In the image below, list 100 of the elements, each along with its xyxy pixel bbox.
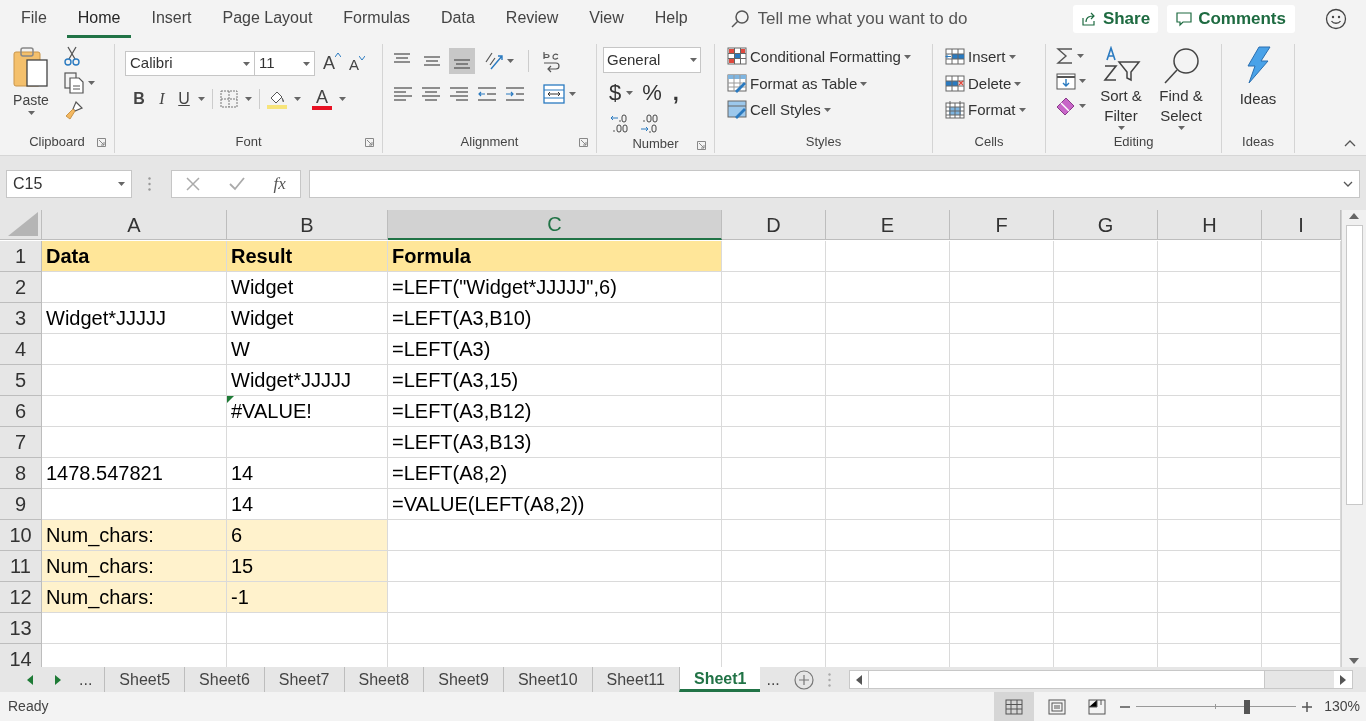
grid-cell[interactable] xyxy=(722,458,826,489)
align-right-icon[interactable] xyxy=(449,85,469,103)
grid-cell[interactable] xyxy=(1158,613,1262,644)
zoom-level[interactable]: 130% xyxy=(1324,696,1360,717)
grid-cell[interactable] xyxy=(722,489,826,520)
table-cell[interactable]: Data xyxy=(42,241,227,272)
fill-down-icon[interactable] xyxy=(1056,71,1086,91)
row-header[interactable]: 12 xyxy=(0,582,42,613)
increase-indent-icon[interactable] xyxy=(505,85,525,103)
grid-cell[interactable] xyxy=(42,272,227,303)
conditional-formatting-button[interactable]: Conditional Formatting xyxy=(727,46,911,69)
table-cell[interactable]: =VALUE(LEFT(A8,2)) xyxy=(388,489,722,520)
align-center-icon[interactable] xyxy=(421,85,441,103)
orientation-icon[interactable] xyxy=(483,50,514,72)
grid-cell[interactable] xyxy=(42,427,227,458)
decrease-indent-icon[interactable] xyxy=(477,85,497,103)
borders-icon[interactable] xyxy=(220,90,238,108)
bottom-align-icon[interactable] xyxy=(449,48,475,74)
grid-cell[interactable] xyxy=(1054,272,1158,303)
grid-cell[interactable] xyxy=(950,241,1054,272)
zoom-in-icon[interactable] xyxy=(1302,701,1313,712)
grid-cell[interactable] xyxy=(1054,303,1158,334)
grid-cell[interactable] xyxy=(1054,334,1158,365)
table-cell[interactable]: Num_chars: xyxy=(42,520,227,551)
menu-tab[interactable]: Home xyxy=(66,0,132,38)
column-header[interactable]: H xyxy=(1158,210,1262,240)
underline-button[interactable]: U xyxy=(177,87,191,111)
row-header[interactable]: 11 xyxy=(0,551,42,582)
grid-cell[interactable] xyxy=(950,396,1054,427)
grid-cell[interactable] xyxy=(826,582,950,613)
grid-cell[interactable] xyxy=(826,427,950,458)
grid-cell[interactable] xyxy=(42,613,227,644)
row-header[interactable]: 5 xyxy=(0,365,42,396)
table-cell[interactable]: Result xyxy=(227,241,388,272)
grid-cell[interactable] xyxy=(1054,520,1158,551)
grid-cell[interactable] xyxy=(227,427,388,458)
grid-cell[interactable] xyxy=(722,582,826,613)
row-header[interactable]: 9 xyxy=(0,489,42,520)
cell-styles-button[interactable]: Cell Styles xyxy=(727,99,911,122)
cancel-icon[interactable] xyxy=(186,177,201,191)
grid-cell[interactable] xyxy=(1054,458,1158,489)
table-cell[interactable]: =LEFT("Widget*JJJJJ",6) xyxy=(388,272,722,303)
decrease-decimal-icon[interactable] xyxy=(639,112,661,134)
table-cell[interactable]: -1 xyxy=(227,582,388,613)
grid-cell[interactable] xyxy=(950,334,1054,365)
menu-tab[interactable]: View xyxy=(578,0,635,38)
italic-button[interactable]: I xyxy=(154,87,170,111)
font-name-field[interactable]: Calibri xyxy=(125,51,255,76)
table-cell[interactable]: =LEFT(A3,B12) xyxy=(388,396,722,427)
table-cell[interactable]: Widget xyxy=(227,303,388,334)
table-cell[interactable]: Formula xyxy=(388,241,722,272)
more-sheets-button[interactable]: ... xyxy=(79,667,93,692)
table-cell[interactable]: =LEFT(A3,B10) xyxy=(388,303,722,334)
row-header[interactable]: 8 xyxy=(0,458,42,489)
scissors-icon[interactable] xyxy=(64,46,80,66)
grid-cell[interactable] xyxy=(826,241,950,272)
comments-button[interactable]: Comments xyxy=(1167,5,1295,33)
currency-button[interactable]: $ xyxy=(609,76,622,109)
grid-cell[interactable] xyxy=(388,613,722,644)
grid-cell[interactable] xyxy=(1158,489,1262,520)
menu-tab[interactable]: Insert xyxy=(140,0,203,38)
table-cell[interactable]: =LEFT(A3,B13) xyxy=(388,427,722,458)
grid-cell[interactable] xyxy=(1158,303,1262,334)
table-cell[interactable]: 15 xyxy=(227,551,388,582)
grid-cell[interactable] xyxy=(950,427,1054,458)
grid-cell[interactable] xyxy=(722,427,826,458)
scrollbar-thumb[interactable] xyxy=(1345,225,1363,505)
format-cells-button[interactable]: Format xyxy=(945,99,1026,122)
table-cell[interactable]: W xyxy=(227,334,388,365)
table-cell[interactable]: Num_chars: xyxy=(42,582,227,613)
row-header[interactable]: 10 xyxy=(0,520,42,551)
grid-cell[interactable] xyxy=(1158,272,1262,303)
horizontal-scrollbar[interactable] xyxy=(848,670,1353,689)
grid-cell[interactable] xyxy=(1054,613,1158,644)
vertical-scrollbar[interactable] xyxy=(1341,210,1366,667)
page-break-icon[interactable] xyxy=(1088,698,1107,715)
table-cell[interactable]: 14 xyxy=(227,458,388,489)
table-cell[interactable]: =LEFT(A3,15) xyxy=(388,365,722,396)
grid-cell[interactable] xyxy=(950,520,1054,551)
scroll-left-icon[interactable] xyxy=(27,674,33,685)
grid-cell[interactable] xyxy=(1158,396,1262,427)
grid-cell[interactable] xyxy=(722,334,826,365)
grid-cell[interactable] xyxy=(826,334,950,365)
select-all-icon[interactable] xyxy=(8,212,38,236)
grid-cell[interactable] xyxy=(950,303,1054,334)
column-header[interactable]: F xyxy=(950,210,1054,240)
find-select-button[interactable]: Find & Select xyxy=(1152,44,1210,131)
page-layout-icon[interactable] xyxy=(1048,698,1067,715)
grid-cell[interactable] xyxy=(1158,241,1262,272)
increase-font-size-button[interactable]: A xyxy=(323,50,341,77)
insert-cells-button[interactable]: Insert xyxy=(945,46,1026,69)
smiley-icon[interactable] xyxy=(1325,8,1347,30)
wrap-text-icon[interactable] xyxy=(541,49,563,73)
row-header[interactable]: 6 xyxy=(0,396,42,427)
dialog-launcher-icon[interactable] xyxy=(97,138,106,147)
grid-cell[interactable] xyxy=(1158,520,1262,551)
grid-cell[interactable] xyxy=(227,613,388,644)
table-cell[interactable]: Widget xyxy=(227,272,388,303)
share-button[interactable]: Share xyxy=(1072,5,1159,33)
table-cell[interactable]: 6 xyxy=(227,520,388,551)
